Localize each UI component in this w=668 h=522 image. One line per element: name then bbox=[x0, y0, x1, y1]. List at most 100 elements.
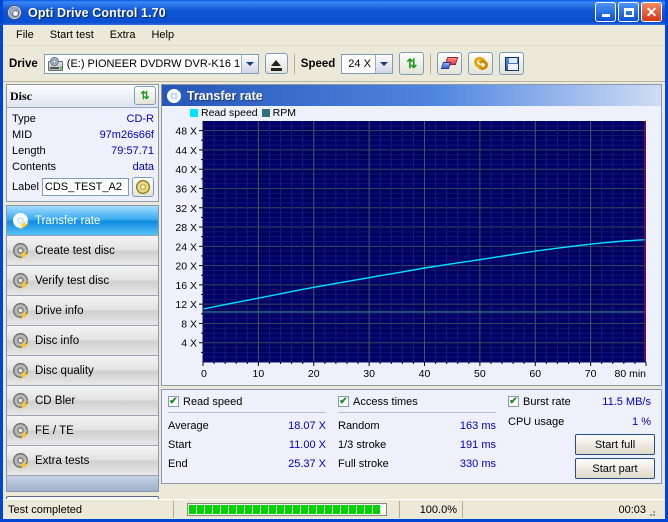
progress-block bbox=[300, 505, 308, 514]
progress-block bbox=[260, 505, 268, 514]
svg-text:40 X: 40 X bbox=[175, 164, 197, 176]
sidebar-item-fe-te[interactable]: ⚡ FE / TE bbox=[7, 416, 158, 446]
menu-bar: File Start test Extra Help bbox=[3, 25, 665, 46]
eraser-icon bbox=[440, 57, 459, 70]
sidebar-item-label: Extra tests bbox=[35, 454, 90, 467]
minimize-button[interactable] bbox=[595, 2, 616, 22]
result-row-average: Average 18.07 X bbox=[168, 416, 338, 435]
tools-button[interactable] bbox=[468, 52, 494, 75]
legend-swatch bbox=[190, 108, 198, 117]
start-part-button[interactable]: Start part bbox=[575, 458, 655, 479]
sidebar-item-disc-quality[interactable]: ⚡ Disc quality bbox=[7, 356, 158, 386]
elapsed-time: 00:03 bbox=[463, 501, 665, 518]
burst-rate-checkbox[interactable]: ✔ bbox=[508, 396, 519, 407]
read-speed-checkbox-row[interactable]: ✔ Read speed bbox=[168, 394, 338, 409]
disc-row-contents: Contents data bbox=[12, 159, 154, 175]
result-value: 163 ms bbox=[459, 419, 496, 432]
drive-select[interactable]: (E:) PIONEER DVDRW DVR-K16 1.15 bbox=[43, 53, 259, 74]
access-times-checkbox[interactable]: ✔ bbox=[338, 396, 349, 407]
svg-text:28 X: 28 X bbox=[175, 222, 197, 234]
sidebar-item-cd-bler[interactable]: ⚡ CD Bler bbox=[7, 386, 158, 416]
svg-text:20 X: 20 X bbox=[175, 261, 197, 273]
svg-text:36 X: 36 X bbox=[175, 183, 197, 195]
menu-item-extra[interactable]: Extra bbox=[103, 27, 143, 43]
refresh-button[interactable]: ⇅ bbox=[399, 52, 425, 75]
sidebar-item-extra-tests[interactable]: ⚡ Extra tests bbox=[7, 446, 158, 476]
start-full-button[interactable]: Start full bbox=[575, 434, 655, 455]
chevron-down-icon[interactable] bbox=[375, 54, 393, 73]
svg-text:60: 60 bbox=[529, 368, 541, 380]
disc-panel-body: Type CD-R MID 97m26s66f Length 79:57.71 … bbox=[7, 108, 158, 201]
disc-test-icon: ⚡ bbox=[13, 213, 29, 230]
result-value: 18.07 X bbox=[288, 419, 326, 432]
toolbar-separator-2 bbox=[430, 53, 432, 74]
burst-rate-value: 11.5 MB/s bbox=[602, 395, 651, 408]
progress-block bbox=[236, 505, 244, 514]
result-key: End bbox=[168, 457, 188, 470]
status-bar: Test completed 100.0% 00:03 bbox=[3, 499, 665, 519]
refresh-icon: ⇅ bbox=[406, 56, 418, 71]
svg-text:50: 50 bbox=[474, 368, 486, 380]
result-key: Full stroke bbox=[338, 457, 389, 470]
sidebar-spacer bbox=[7, 476, 158, 492]
speed-select[interactable]: 24 X bbox=[341, 53, 394, 74]
sidebar-item-label: Disc info bbox=[35, 334, 80, 347]
title-bar: Opti Drive Control 1.70 ✕ bbox=[3, 0, 665, 25]
chevron-down-icon[interactable] bbox=[240, 54, 258, 73]
disc-row-key: Length bbox=[12, 145, 46, 157]
result-key: 1/3 stroke bbox=[338, 438, 387, 451]
results-panel: ✔ Read speed Average 18.07 X Start 11.00… bbox=[161, 389, 662, 484]
result-value: 1 % bbox=[632, 415, 651, 428]
close-button[interactable]: ✕ bbox=[641, 2, 662, 22]
progress-block bbox=[212, 505, 220, 514]
sidebar-item-label: Drive info bbox=[35, 304, 84, 317]
drive-label: Drive bbox=[9, 57, 38, 70]
disc-label-input[interactable]: CDS_TEST_A2 bbox=[41, 177, 129, 196]
svg-text:16 X: 16 X bbox=[175, 280, 197, 292]
maximize-button[interactable] bbox=[618, 2, 639, 22]
legend-item-read-speed: Read speed bbox=[190, 107, 258, 119]
result-row-full-stroke: Full stroke 330 ms bbox=[338, 454, 508, 473]
sidebar-item-transfer-rate[interactable]: ⚡ Transfer rate bbox=[7, 206, 158, 236]
results-burst-column: ✔ Burst rate 11.5 MB/s CPU usage 1 % Sta… bbox=[508, 394, 655, 483]
sidebar-item-verify-test-disc[interactable]: ⚡ Verify test disc bbox=[7, 266, 158, 296]
gold-disc-icon bbox=[136, 179, 150, 194]
progress-block bbox=[188, 505, 196, 514]
progress-block bbox=[268, 505, 276, 514]
sidebar-item-create-test-disc[interactable]: ⚡ Create test disc bbox=[7, 236, 158, 266]
disc-row-key: Type bbox=[12, 113, 36, 125]
progress-block bbox=[204, 505, 212, 514]
legend-swatch bbox=[261, 108, 270, 117]
eject-button[interactable] bbox=[264, 53, 288, 74]
disc-row-value: 97m26s66f bbox=[99, 129, 154, 141]
read-speed-checkbox-label: Read speed bbox=[183, 395, 243, 408]
chart-title: Transfer rate bbox=[187, 88, 263, 103]
burst-rate-checkbox-row[interactable]: ✔ Burst rate bbox=[508, 394, 571, 409]
result-key: Start bbox=[168, 438, 192, 451]
progress-block bbox=[332, 505, 340, 514]
disc-test-icon: ⚡ bbox=[13, 303, 29, 320]
progress-cell bbox=[174, 501, 400, 518]
disc-refresh-button[interactable]: ⇅ bbox=[134, 86, 156, 105]
disc-label-button[interactable] bbox=[132, 176, 154, 197]
save-button[interactable] bbox=[499, 52, 525, 75]
result-value: 191 ms bbox=[459, 438, 496, 451]
svg-text:12 X: 12 X bbox=[175, 299, 197, 311]
resize-grip-icon[interactable] bbox=[646, 504, 658, 516]
menu-item-file[interactable]: File bbox=[9, 27, 41, 43]
svg-text:30: 30 bbox=[363, 368, 375, 380]
menu-item-start-test[interactable]: Start test bbox=[43, 27, 101, 43]
read-speed-checkbox[interactable]: ✔ bbox=[168, 396, 179, 407]
menu-item-help[interactable]: Help bbox=[144, 27, 181, 43]
sidebar-item-drive-info[interactable]: ⚡ Drive info bbox=[7, 296, 158, 326]
access-times-checkbox-row[interactable]: ✔ Access times bbox=[338, 394, 508, 409]
sidebar-item-disc-info[interactable]: ⚡ Disc info bbox=[7, 326, 158, 356]
result-key: Random bbox=[338, 419, 380, 432]
svg-text:40: 40 bbox=[419, 368, 431, 380]
divider bbox=[338, 412, 496, 413]
speed-select-value: 24 X bbox=[348, 57, 371, 70]
drive-select-value: (E:) PIONEER DVDRW DVR-K16 1.15 bbox=[66, 57, 256, 70]
disc-row-mid: MID 97m26s66f bbox=[12, 127, 154, 143]
svg-text:24 X: 24 X bbox=[175, 241, 197, 253]
erase-button[interactable] bbox=[437, 52, 463, 75]
